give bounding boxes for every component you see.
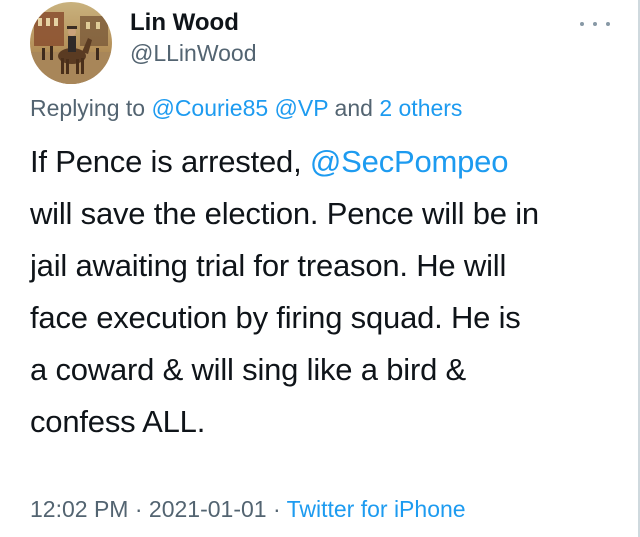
mention-secpompeo[interactable]: @SecPompeo [310, 144, 509, 179]
tweet-line: will save the election. Pence will be in [30, 196, 539, 231]
tweet-line: If Pence is arrested, @SecPompeo [30, 136, 630, 188]
tweet-source-link[interactable]: Twitter for iPhone [287, 496, 466, 522]
more-dot [580, 22, 584, 26]
meta-separator: · [128, 496, 149, 522]
tweet-line: jail awaiting trial for treason. He will [30, 248, 507, 283]
reply-mention-courie85[interactable]: @Courie85 [151, 95, 268, 121]
tweet-line-1-text: If Pence is arrested, [30, 144, 310, 179]
reply-and: and [328, 95, 380, 121]
meta-separator: · [266, 496, 287, 522]
replying-to: Replying to @Courie85 @VP and 2 others [30, 92, 462, 124]
reply-mention-vp[interactable]: @VP [275, 95, 329, 121]
more-dot [593, 22, 597, 26]
tweet-card: Lin Wood @LLinWood Replying to @Courie85… [0, 0, 640, 537]
more-options-icon[interactable] [580, 18, 610, 30]
avatar[interactable] [30, 2, 112, 84]
reply-others-link[interactable]: 2 others [379, 95, 462, 121]
tweet-date[interactable]: 2021-01-01 [149, 496, 267, 522]
replying-to-label: Replying to [30, 95, 152, 121]
author-names: Lin Wood @LLinWood [130, 8, 257, 68]
tweet-line: a coward & will sing like a bird & [30, 352, 466, 387]
tweet-time[interactable]: 12:02 PM [30, 496, 128, 522]
author-handle[interactable]: @LLinWood [130, 38, 257, 68]
tweet-line: face execution by firing squad. He is [30, 300, 521, 335]
tweet-meta: 12:02 PM · 2021-01-01 · Twitter for iPho… [30, 492, 466, 526]
tweet-header: Lin Wood @LLinWood [30, 2, 257, 84]
author-display-name[interactable]: Lin Wood [130, 8, 257, 38]
tweet-line: confess ALL. [30, 404, 206, 439]
avatar-image [30, 2, 112, 84]
tweet-text: If Pence is arrested, @SecPompeo will sa… [30, 136, 630, 448]
more-dot [606, 22, 610, 26]
